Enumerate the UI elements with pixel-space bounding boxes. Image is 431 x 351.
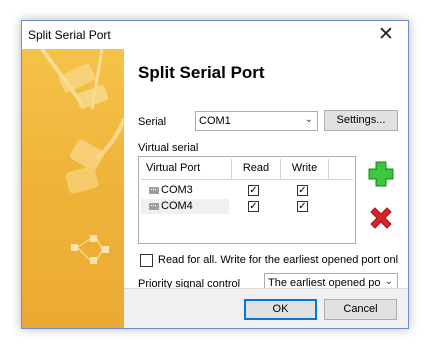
chevron-down-icon: ⌄ xyxy=(384,276,393,287)
read-checkbox[interactable]: ✓ xyxy=(248,201,259,212)
dialog-footer: OK Cancel xyxy=(124,288,408,328)
content-panel: Split Serial Port Serial COM1 ⌄ Settings… xyxy=(124,49,408,293)
cancel-button[interactable]: Cancel xyxy=(324,299,397,320)
close-icon: ✕ xyxy=(378,24,394,45)
settings-button[interactable]: Settings... xyxy=(324,110,398,131)
table-header: Virtual Port Read Write xyxy=(141,159,353,180)
title-bar: Split Serial Port ✕ xyxy=(22,21,408,49)
port-name: COM4 xyxy=(161,200,193,212)
chevron-down-icon: ⌄ xyxy=(304,114,313,125)
close-button[interactable]: ✕ xyxy=(364,21,408,49)
decorative-banner xyxy=(22,49,124,328)
read-checkbox[interactable]: ✓ xyxy=(248,185,259,196)
window-title: Split Serial Port xyxy=(28,28,111,42)
split-serial-port-dialog: Split Serial Port ✕ Split Serial Port Se… xyxy=(21,20,409,329)
delete-icon xyxy=(370,207,392,229)
port-name: COM3 xyxy=(161,184,193,196)
page-title: Split Serial Port xyxy=(138,63,265,82)
column-header-write[interactable]: Write xyxy=(281,159,329,179)
remove-port-button[interactable] xyxy=(367,204,395,232)
column-header-read[interactable]: Read xyxy=(232,159,281,179)
serial-port-select[interactable]: COM1 ⌄ xyxy=(195,111,318,131)
table-row[interactable]: COM3 ✓ ✓ xyxy=(141,183,353,198)
table-row[interactable]: COM4 ✓ ✓ xyxy=(141,199,353,214)
column-header-virtual-port[interactable]: Virtual Port xyxy=(141,159,232,179)
connector-illustration xyxy=(40,49,124,264)
read-for-all-label: Read for all. Write for the earliest ope… xyxy=(158,254,399,266)
plus-icon xyxy=(368,161,394,187)
write-checkbox[interactable]: ✓ xyxy=(297,185,308,196)
ok-button[interactable]: OK xyxy=(244,299,317,320)
add-port-button[interactable] xyxy=(367,160,395,188)
read-for-all-checkbox[interactable] xyxy=(140,254,153,267)
virtual-ports-table: Virtual Port Read Write COM3 ✓ ✓ COM4 ✓ … xyxy=(138,156,356,244)
write-checkbox[interactable]: ✓ xyxy=(297,201,308,212)
serial-port-icon xyxy=(149,203,159,210)
serial-port-value: COM1 xyxy=(199,115,231,127)
virtual-serial-label: Virtual serial xyxy=(138,142,199,154)
serial-port-icon xyxy=(149,187,159,194)
serial-label: Serial xyxy=(138,116,167,128)
